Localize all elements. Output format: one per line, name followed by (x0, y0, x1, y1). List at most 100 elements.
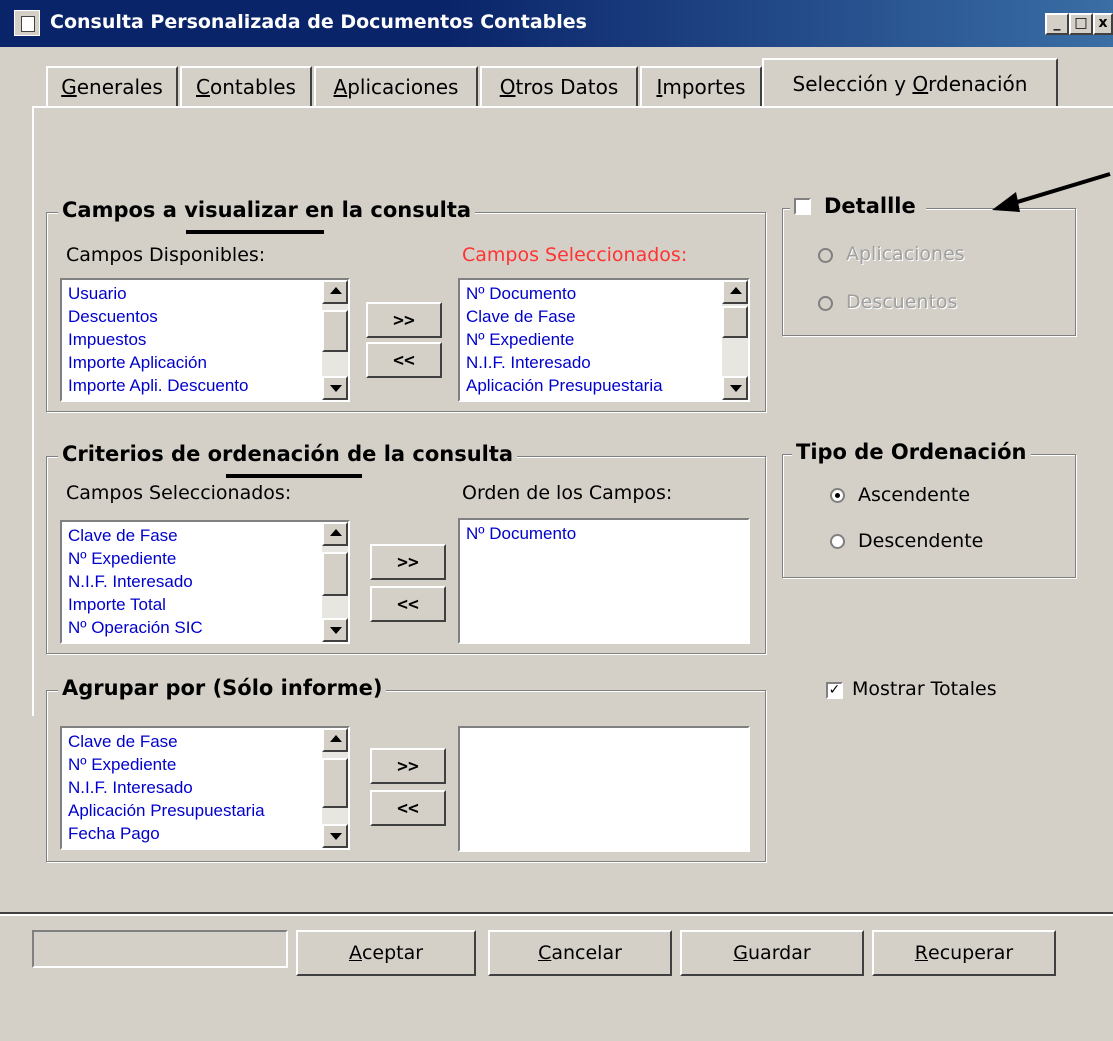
list-item[interactable]: Nº Expediente (68, 753, 265, 776)
list-items: Clave de Fase Nº Expediente N.I.F. Inter… (68, 730, 265, 845)
tab-access-key: O (912, 72, 929, 96)
title-bar[interactable]: Consulta Personalizada de Documentos Con… (0, 0, 1113, 47)
radio-selected-dot (835, 493, 840, 498)
list-item[interactable]: Importe Aplicación (68, 351, 248, 374)
mostrar-totales-checkbox[interactable]: ✓ (826, 682, 843, 699)
tab-label: plicaciones (347, 75, 459, 99)
label-campos-disponibles: Campos Disponibles: (66, 244, 266, 266)
button-access-key: C (538, 942, 552, 964)
list-items: Usuario Descuentos Impuestos Importe Apl… (68, 282, 248, 397)
list-item[interactable]: Importe Total (68, 593, 203, 616)
button-label: uardar (748, 942, 811, 964)
radio-descuentos[interactable] (818, 296, 833, 311)
remove-group-button[interactable]: << (370, 790, 446, 826)
scroll-thumb[interactable] (322, 310, 348, 352)
list-item[interactable]: Descuentos (68, 305, 248, 328)
remove-field-button[interactable]: << (366, 342, 442, 378)
add-order-button[interactable]: >> (370, 544, 446, 580)
scrollbar[interactable] (322, 728, 348, 848)
tab-seleccion-ordenacion[interactable]: Selección y Ordenación (762, 58, 1058, 108)
list-orden-campos[interactable]: Nº Documento (458, 518, 750, 644)
aceptar-button[interactable]: Aceptar (296, 930, 476, 976)
tipo-ordenacion-title: Tipo de Ordenación (796, 440, 1027, 464)
radio-descendente[interactable] (830, 534, 845, 549)
detalle-label: Detallle (824, 194, 916, 218)
scroll-thumb[interactable] (322, 758, 348, 808)
scroll-down-button[interactable] (322, 824, 348, 848)
tab-importes[interactable]: Importes (640, 66, 762, 106)
add-group-button[interactable]: >> (370, 748, 446, 784)
list-items: Nº Documento Clave de Fase Nº Expediente… (466, 282, 663, 397)
tab-generales[interactable]: Generales (46, 66, 178, 106)
scroll-up-button[interactable] (322, 728, 348, 752)
list-item[interactable]: Clave de Fase (466, 305, 663, 328)
detalle-checkbox[interactable] (794, 198, 811, 215)
scroll-up-button[interactable] (322, 280, 348, 304)
list-item[interactable]: Impuestos (68, 328, 248, 351)
radio-ascendente[interactable] (830, 488, 845, 503)
remove-order-button[interactable]: << (370, 586, 446, 622)
list-items: Nº Documento (466, 522, 576, 545)
button-label: ancelar (551, 942, 622, 964)
tab-access-key: G (61, 75, 77, 99)
label-ascendente: Ascendente (858, 484, 971, 506)
scroll-up-button[interactable] (722, 280, 748, 304)
close-button[interactable]: x (1093, 13, 1113, 35)
list-item[interactable]: N.I.F. Interesado (466, 351, 663, 374)
minimize-button[interactable]: _ (1045, 13, 1069, 35)
label-campos-seleccionados-orden: Campos Seleccionados: (66, 482, 292, 504)
list-item[interactable]: N.I.F. Interesado (68, 570, 203, 593)
cancelar-button[interactable]: Cancelar (488, 930, 672, 976)
scroll-up-button[interactable] (322, 522, 348, 546)
list-item[interactable]: Nº Documento (466, 282, 663, 305)
scrollbar[interactable] (322, 522, 348, 642)
group-title-criterios-ordenacion: Criterios de ordenación de la consulta (58, 442, 518, 466)
list-item[interactable]: Nº Expediente (68, 547, 203, 570)
arrow-down-icon (330, 833, 342, 840)
radio-aplicaciones[interactable] (818, 248, 833, 263)
guardar-button[interactable]: Guardar (680, 930, 864, 976)
list-item[interactable]: Nº Expediente (466, 328, 663, 351)
maximize-button[interactable]: □ (1069, 13, 1093, 35)
tab-access-key: A (333, 75, 348, 99)
list-agrupar-disponibles[interactable]: Clave de Fase Nº Expediente N.I.F. Inter… (60, 726, 350, 850)
scroll-thumb[interactable] (322, 552, 348, 596)
add-field-button[interactable]: >> (366, 302, 442, 338)
list-campos-seleccionados-orden[interactable]: Clave de Fase Nº Expediente N.I.F. Inter… (60, 520, 350, 644)
list-campos-seleccionados[interactable]: Nº Documento Clave de Fase Nº Expediente… (458, 278, 750, 402)
list-item[interactable]: Nº Operación SIC (68, 616, 203, 639)
scroll-down-button[interactable] (322, 618, 348, 642)
label-campos-seleccionados: Campos Seleccionados: (462, 244, 688, 266)
label-descuentos: Descuentos (846, 291, 958, 313)
list-item[interactable]: Fecha Pago (68, 822, 265, 845)
tab-label: rdenación (928, 72, 1028, 96)
tab-otros-datos[interactable]: Otros Datos (480, 66, 638, 106)
group-title-agrupar: Agrupar por (Sólo informe) (58, 676, 387, 700)
scroll-thumb[interactable] (722, 306, 748, 338)
list-item[interactable]: Aplicación Presupuestaria (466, 374, 663, 397)
list-item[interactable]: Nº Documento (466, 522, 576, 545)
list-item[interactable]: Usuario (68, 282, 248, 305)
tab-access-key: C (196, 75, 210, 99)
tab-contables[interactable]: Contables (180, 66, 312, 106)
scroll-down-button[interactable] (322, 376, 348, 400)
group-tipo-ordenacion (782, 454, 1076, 578)
scroll-down-button[interactable] (722, 376, 748, 400)
button-label: ecuperar (928, 942, 1014, 964)
scrollbar[interactable] (722, 280, 748, 400)
label-orden-campos: Orden de los Campos: (462, 482, 673, 504)
tab-aplicaciones[interactable]: Aplicaciones (314, 66, 478, 106)
list-item[interactable]: Clave de Fase (68, 730, 265, 753)
scrollbar[interactable] (322, 280, 348, 400)
recuperar-button[interactable]: Recuperar (872, 930, 1056, 976)
list-agrupar-seleccionados[interactable] (458, 726, 750, 852)
list-campos-disponibles[interactable]: Usuario Descuentos Impuestos Importe Apl… (60, 278, 350, 402)
list-item[interactable]: Importe Apli. Descuento (68, 374, 248, 397)
list-item[interactable]: Clave de Fase (68, 524, 203, 547)
arrow-up-icon (330, 287, 342, 294)
group-detalle (782, 208, 1076, 336)
list-item[interactable]: Aplicación Presupuestaria (68, 799, 265, 822)
button-access-key: G (733, 942, 749, 964)
status-field (32, 930, 288, 968)
list-item[interactable]: N.I.F. Interesado (68, 776, 265, 799)
